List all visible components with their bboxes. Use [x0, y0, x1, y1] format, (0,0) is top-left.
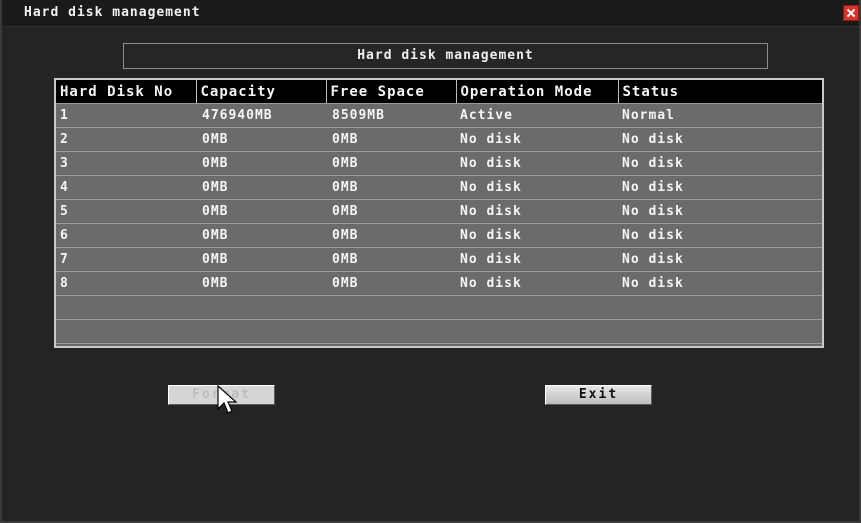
- disk-no-cell: [56, 319, 196, 344]
- free-space-cell: 0MB: [326, 271, 456, 296]
- table-row[interactable]: 2 0MB 0MB No disk No disk: [56, 127, 822, 152]
- capacity-cell: 0MB: [196, 271, 326, 296]
- operation-mode-cell: No disk: [456, 199, 618, 224]
- capacity-cell: 0MB: [196, 223, 326, 248]
- column-header-free-space: Free Space: [326, 80, 457, 104]
- operation-mode-cell: No disk: [456, 271, 618, 296]
- capacity-cell: 0MB: [196, 247, 326, 272]
- status-cell: Normal: [618, 103, 822, 128]
- column-header-operation-mode: Operation Mode: [456, 80, 619, 104]
- status-cell: No disk: [618, 247, 822, 272]
- capacity-cell: [196, 319, 326, 344]
- capacity-cell: [196, 295, 326, 320]
- disk-no-cell: 8: [56, 271, 196, 296]
- capacity-cell: 0MB: [196, 151, 326, 176]
- status-cell: No disk: [618, 175, 822, 200]
- mouse-pointer-icon: [217, 385, 238, 414]
- disk-no-cell: 4: [56, 175, 196, 200]
- capacity-cell: 0MB: [196, 175, 326, 200]
- capacity-cell: 0MB: [196, 127, 326, 152]
- status-cell: No disk: [618, 151, 822, 176]
- table-row[interactable]: 8 0MB 0MB No disk No disk: [56, 271, 822, 296]
- column-header-capacity: Capacity: [196, 80, 327, 104]
- table-row[interactable]: 5 0MB 0MB No disk No disk: [56, 199, 822, 224]
- disk-table: Hard Disk No Capacity Free Space Operati…: [54, 78, 824, 348]
- operation-mode-cell: Active: [456, 103, 618, 128]
- status-cell: No disk: [618, 223, 822, 248]
- table-row[interactable]: 7 0MB 0MB No disk No disk: [56, 247, 822, 272]
- free-space-cell: 0MB: [326, 247, 456, 272]
- status-cell: [618, 319, 822, 344]
- status-cell: No disk: [618, 127, 822, 152]
- operation-mode-cell: No disk: [456, 175, 618, 200]
- disk-no-cell: 2: [56, 127, 196, 152]
- operation-mode-cell: No disk: [456, 127, 618, 152]
- table-row[interactable]: 3 0MB 0MB No disk No disk: [56, 151, 822, 176]
- table-header-row: Hard Disk No Capacity Free Space Operati…: [56, 80, 822, 104]
- operation-mode-cell: No disk: [456, 223, 618, 248]
- disk-no-cell: 5: [56, 199, 196, 224]
- operation-mode-cell: No disk: [456, 247, 618, 272]
- free-space-cell: 0MB: [326, 223, 456, 248]
- window-title: Hard disk management: [24, 5, 201, 20]
- free-space-cell: 0MB: [326, 151, 456, 176]
- free-space-cell: 0MB: [326, 175, 456, 200]
- close-icon[interactable]: [843, 5, 859, 21]
- disk-no-cell: 6: [56, 223, 196, 248]
- table-row[interactable]: 1 476940MB 8509MB Active Normal: [56, 103, 822, 128]
- status-cell: [618, 295, 822, 320]
- operation-mode-cell: No disk: [456, 151, 618, 176]
- table-row[interactable]: [56, 295, 822, 320]
- table-row[interactable]: 4 0MB 0MB No disk No disk: [56, 175, 822, 200]
- free-space-cell: 0MB: [326, 127, 456, 152]
- panel-heading: Hard disk management: [123, 43, 768, 69]
- disk-no-cell: 7: [56, 247, 196, 272]
- capacity-cell: 476940MB: [196, 103, 326, 128]
- disk-no-cell: 3: [56, 151, 196, 176]
- disk-no-cell: [56, 295, 196, 320]
- operation-mode-cell: [456, 295, 618, 320]
- free-space-cell: 8509MB: [326, 103, 456, 128]
- free-space-cell: [326, 295, 456, 320]
- capacity-cell: 0MB: [196, 199, 326, 224]
- disk-no-cell: 1: [56, 103, 196, 128]
- hard-disk-window: Hard disk management Hard disk managemen…: [0, 0, 861, 523]
- status-cell: No disk: [618, 199, 822, 224]
- table-row[interactable]: [56, 319, 822, 344]
- column-header-status: Status: [618, 80, 822, 104]
- operation-mode-cell: [456, 319, 618, 344]
- title-bar: Hard disk management: [2, 0, 859, 27]
- table-row[interactable]: 6 0MB 0MB No disk No disk: [56, 223, 822, 248]
- free-space-cell: [326, 319, 456, 344]
- free-space-cell: 0MB: [326, 199, 456, 224]
- status-cell: No disk: [618, 271, 822, 296]
- exit-button[interactable]: Exit: [545, 385, 652, 405]
- column-header-disk-no: Hard Disk No: [56, 80, 197, 104]
